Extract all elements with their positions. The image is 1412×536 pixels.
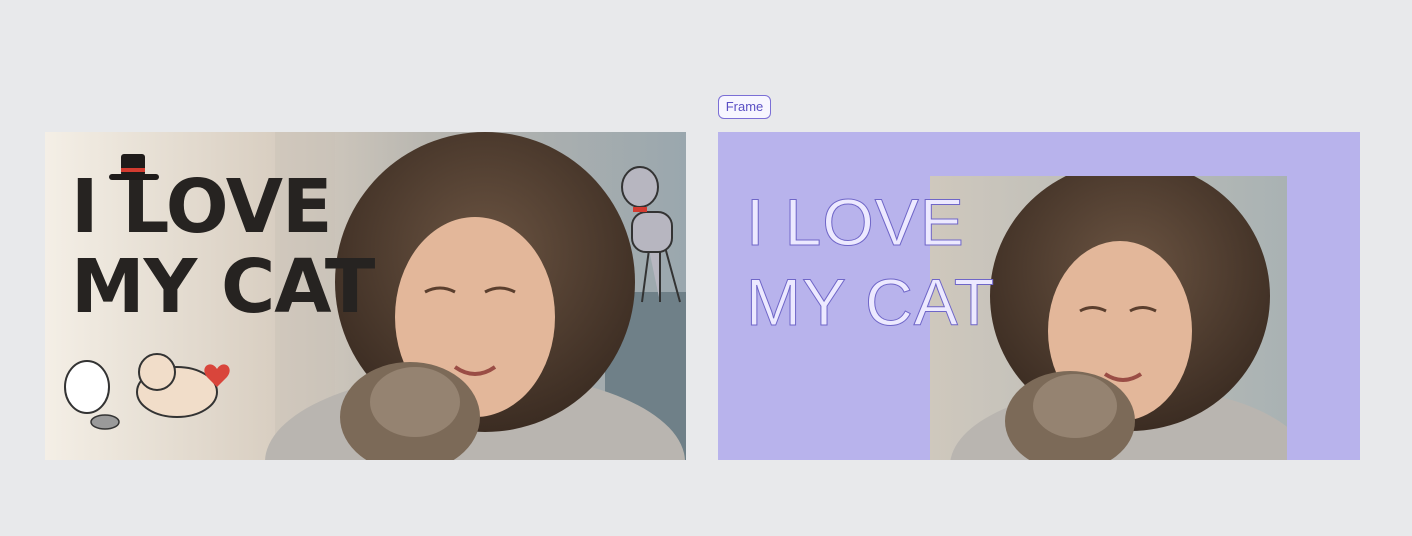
frame-title-line2: MY CAT xyxy=(745,265,996,340)
editor-canvas: I LOVE MY CAT Frame I LOVE MY CAT xyxy=(0,0,1412,536)
cats-doodle-icon xyxy=(64,353,230,430)
frame-title-line1: I LOVE xyxy=(745,185,965,260)
design-title: I LOVE MY CAT xyxy=(71,167,375,330)
design-preview[interactable]: I LOVE MY CAT xyxy=(45,132,686,460)
design-title-line2: MY CAT xyxy=(71,244,375,330)
standing-cat-doodle-icon xyxy=(621,166,681,303)
hat-doodle-icon xyxy=(109,154,159,180)
frame-title-text[interactable]: I LOVE MY CAT xyxy=(745,182,996,342)
frame-container[interactable]: I LOVE MY CAT xyxy=(718,132,1360,460)
frame-label-button[interactable]: Frame xyxy=(718,95,771,119)
